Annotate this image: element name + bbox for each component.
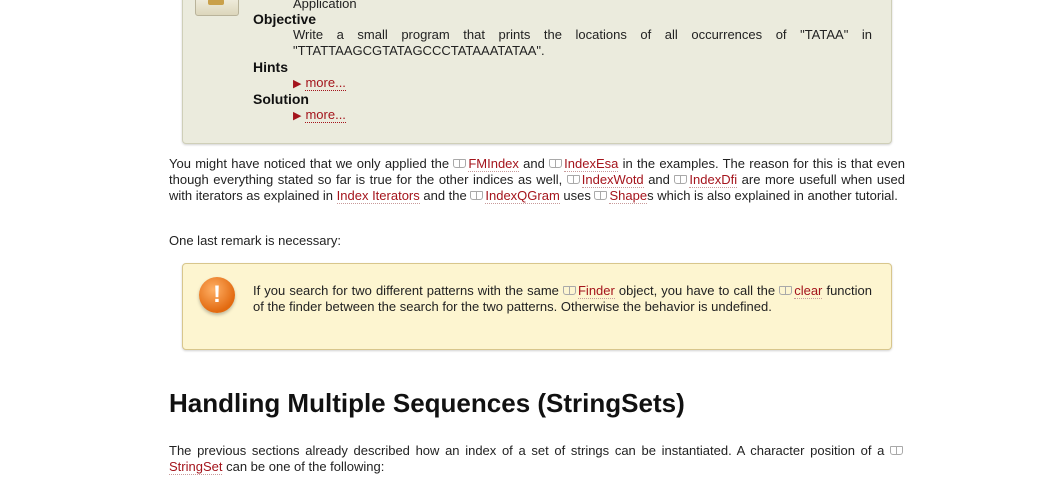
text: uses xyxy=(559,188,595,203)
stringset-link[interactable]: StringSet xyxy=(169,459,223,475)
solution-more-link[interactable]: ▶ more... xyxy=(293,107,346,123)
solution-more-text[interactable]: more... xyxy=(305,107,346,123)
objective-label: Objective xyxy=(253,11,317,27)
expand-triangle-icon: ▶ xyxy=(293,110,302,122)
book-icon xyxy=(453,159,467,168)
stringset-intro-paragraph: The previous sections already described … xyxy=(169,443,905,475)
book-icon xyxy=(594,191,608,200)
text: and xyxy=(518,156,550,171)
indexdfi-link[interactable]: IndexDfi xyxy=(689,172,738,188)
indexwotd-link[interactable]: IndexWotd xyxy=(581,172,644,188)
fmindex-link[interactable]: FMIndex xyxy=(468,156,519,172)
book-icon xyxy=(566,175,580,184)
text: and the xyxy=(419,188,471,203)
clear-link[interactable]: clear xyxy=(794,283,823,299)
text: The previous sections already described … xyxy=(169,443,890,458)
objective-text: Write a small program that prints the lo… xyxy=(293,27,872,58)
index-remark-paragraph: You might have noticed that we only appl… xyxy=(169,156,905,204)
book-icon xyxy=(674,175,688,184)
hints-more-text[interactable]: more... xyxy=(305,75,346,91)
indexqgram-link[interactable]: IndexQGram xyxy=(485,188,560,204)
book-icon xyxy=(549,159,563,168)
index-iterators-link[interactable]: Index Iterators xyxy=(336,188,420,204)
text: If you search for two different patterns… xyxy=(253,283,563,298)
warning-icon: ! xyxy=(199,277,235,313)
finder-link[interactable]: Finder xyxy=(577,283,615,299)
warning-text: If you search for two different patterns… xyxy=(253,283,872,315)
solution-label: Solution xyxy=(253,91,309,107)
book-icon xyxy=(470,191,484,200)
shape-link[interactable]: Shape xyxy=(609,188,648,204)
expand-triangle-icon: ▶ xyxy=(293,78,302,90)
assignment-type-text: Application xyxy=(293,0,357,11)
text: and xyxy=(643,172,675,187)
section-heading: Handling Multiple Sequences (StringSets) xyxy=(169,388,685,418)
book-icon xyxy=(562,286,576,295)
text: object, you have to call the xyxy=(614,283,780,298)
indexesa-link[interactable]: IndexEsa xyxy=(564,156,619,172)
assignment-icon xyxy=(195,0,239,16)
text: You might have noticed that we only appl… xyxy=(169,156,454,171)
last-remark-paragraph: One last remark is necessary: xyxy=(169,233,341,248)
book-icon xyxy=(890,446,903,455)
text: can be one of the following: xyxy=(222,459,385,474)
hints-label: Hints xyxy=(253,59,288,75)
text: s which is also explained in another tut… xyxy=(647,188,898,203)
book-icon xyxy=(779,286,793,295)
hints-more-link[interactable]: ▶ more... xyxy=(293,75,346,91)
